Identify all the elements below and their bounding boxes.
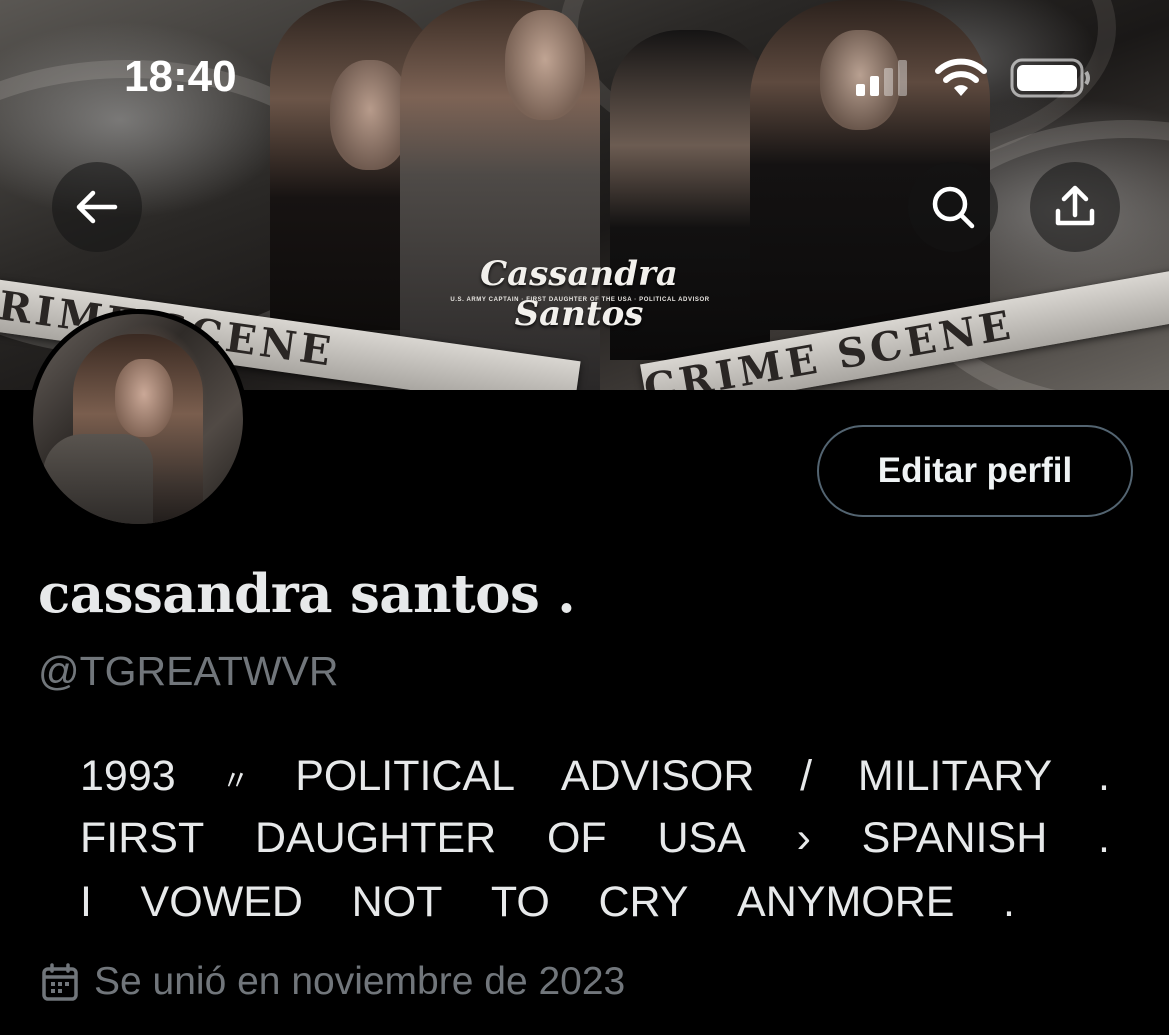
share-icon xyxy=(1055,185,1095,226)
bio-word: POLITICAL xyxy=(295,752,516,800)
avatar[interactable] xyxy=(28,309,248,529)
bio-word: / xyxy=(800,752,813,800)
bio-word: I xyxy=(80,878,92,926)
bio-word: FIRST xyxy=(80,814,205,862)
search-icon xyxy=(932,186,975,229)
search-button[interactable] xyxy=(908,162,998,252)
bio-word: 〃 xyxy=(221,765,250,796)
status-time: 18:40 xyxy=(124,52,237,101)
user-handle: @TGREATWVR xyxy=(38,648,339,694)
bio-line: FIRST DAUGHTER OF USA › SPANISH . xyxy=(80,814,1110,863)
back-button[interactable] xyxy=(52,162,142,252)
banner-script-title: Cassandra Santos xyxy=(480,254,678,334)
arrow-left-icon xyxy=(76,190,118,224)
bio-word: OF xyxy=(546,814,607,862)
banner-figure-face xyxy=(330,60,410,170)
bio-word: DAUGHTER xyxy=(254,814,497,862)
cellular-signal-icon xyxy=(856,60,907,96)
calendar-icon xyxy=(42,963,78,1001)
bio-line: I VOWED NOT TO CRY ANYMORE . xyxy=(80,878,1015,927)
bio-word: ANYMORE xyxy=(737,878,955,926)
joined-date: Se unió en noviembre de 2023 xyxy=(40,960,625,1004)
bio-word: TO xyxy=(490,878,550,926)
bio-word: SPANISH xyxy=(861,814,1048,862)
bio-word: NOT xyxy=(351,878,443,926)
bio-word: ADVISOR xyxy=(560,752,755,800)
bio-word: USA xyxy=(657,814,746,862)
display-name: cassandra santos . xyxy=(38,563,576,625)
banner-subtitle: U.S. ARMY CAPTAIN · FIRST DAUGHTER OF TH… xyxy=(450,297,710,303)
joined-text: Se unió en noviembre de 2023 xyxy=(94,960,626,1003)
bio-word: . xyxy=(1097,752,1110,800)
banner-figure-face xyxy=(505,10,585,120)
avatar-jacket xyxy=(43,434,153,524)
bio-word: › xyxy=(796,814,811,862)
bio-word: CRY xyxy=(598,878,689,926)
bio-word: . xyxy=(1003,878,1015,926)
bio-word: 1993 xyxy=(80,752,176,800)
edit-profile-button[interactable]: Editar perfil xyxy=(817,425,1133,517)
bio-word: VOWED xyxy=(140,878,303,926)
bio-line: 1993 〃 POLITICAL ADVISOR / MILITARY . xyxy=(80,752,1110,810)
wifi-icon xyxy=(935,58,987,96)
battery-icon xyxy=(1010,58,1090,98)
bio-word: MILITARY xyxy=(857,752,1053,800)
bio-word: . xyxy=(1097,814,1110,862)
share-button[interactable] xyxy=(1030,162,1120,252)
avatar-face xyxy=(115,359,173,437)
